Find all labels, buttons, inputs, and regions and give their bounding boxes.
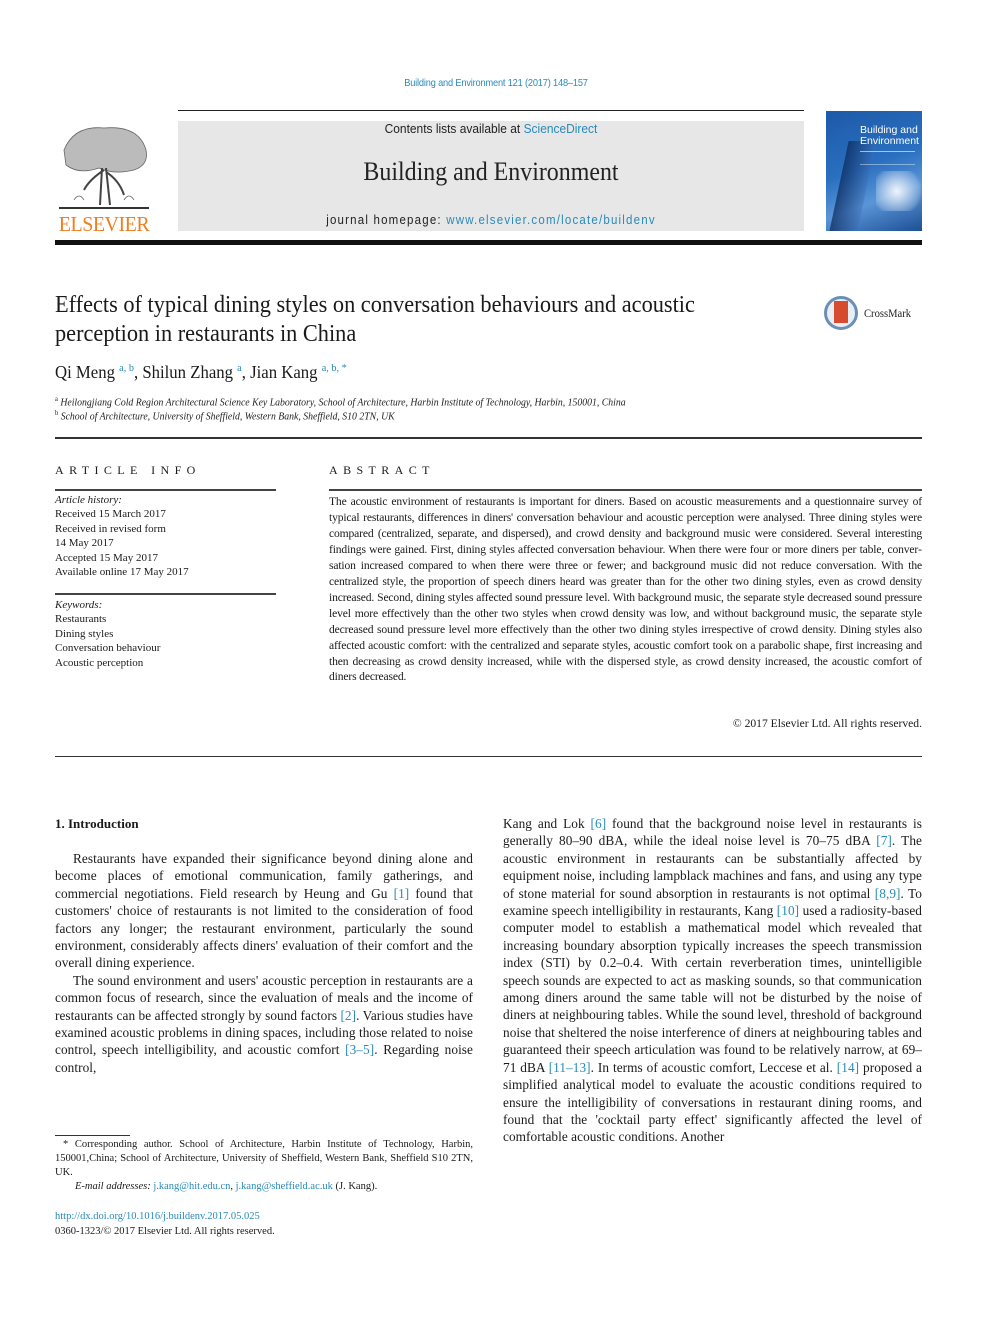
keyword-item: Dining styles bbox=[55, 627, 114, 640]
author-affiliation-marks[interactable]: a, b bbox=[119, 362, 134, 374]
journal-citation-link[interactable]: Building and Environment 121 (2017) 148–… bbox=[60, 77, 933, 89]
article-title: Effects of typical dining styles on conv… bbox=[55, 292, 695, 347]
history-item: 14 May 2017 bbox=[55, 537, 114, 550]
abstract-copyright: © 2017 Elsevier Ltd. All rights reserved… bbox=[732, 717, 922, 730]
paragraph: The sound environment and users' acousti… bbox=[55, 972, 473, 1075]
citation-ref-link[interactable]: [2] bbox=[340, 1008, 356, 1023]
crossmark-ribbon-icon bbox=[834, 301, 848, 323]
sciencedirect-link[interactable]: ScienceDirect bbox=[524, 121, 598, 136]
section-heading-introduction: 1. Introduction bbox=[55, 816, 139, 831]
author-name[interactable]: Jian Kang bbox=[250, 362, 317, 382]
citation-ref-link[interactable]: [1] bbox=[394, 886, 410, 901]
doi-link[interactable]: http://dx.doi.org/10.1016/j.buildenv.201… bbox=[55, 1211, 260, 1222]
body-column-left: Restaurants have expanded their signific… bbox=[55, 850, 473, 1076]
elsevier-wordmark: ELSEVIER bbox=[58, 212, 150, 236]
history-item: Received in revised form bbox=[55, 522, 166, 535]
keywords-label: Keywords: bbox=[55, 599, 103, 611]
article-history: Article history: Received 15 March 2017 … bbox=[55, 493, 280, 579]
masthead-divider bbox=[55, 240, 922, 245]
email-link[interactable]: j.kang@hit.edu.cn bbox=[153, 1181, 230, 1192]
article-info-divider bbox=[55, 489, 276, 491]
cover-cloud-graphic bbox=[876, 171, 922, 211]
affiliation-mark: b bbox=[55, 409, 59, 417]
journal-cover-image[interactable]: Building and Environment bbox=[826, 111, 922, 231]
citation-ref-link[interactable]: [7] bbox=[876, 833, 892, 848]
citation-ref-link[interactable]: [6] bbox=[591, 816, 607, 831]
article-info-heading: ARTICLE INFO bbox=[55, 463, 201, 477]
article-history-label: Article history: bbox=[55, 494, 122, 506]
author-affiliation-marks[interactable]: a bbox=[237, 362, 242, 374]
journal-name: Building and Environment bbox=[363, 157, 619, 186]
contents-line: Contents lists available at ScienceDirec… bbox=[203, 121, 779, 136]
keyword-item: Conversation behaviour bbox=[55, 642, 161, 655]
history-item: Received 15 March 2017 bbox=[55, 508, 166, 521]
crossmark-label: CrossMark bbox=[864, 308, 912, 320]
corresponding-author-footnote: * Corresponding author. School of Archit… bbox=[55, 1138, 473, 1194]
body-column-right: Kang and Lok [6] found that the backgrou… bbox=[503, 815, 922, 1146]
abstract-divider bbox=[329, 489, 922, 491]
keyword-item: Restaurants bbox=[55, 613, 107, 626]
crossmark-button[interactable]: CrossMark bbox=[824, 296, 924, 334]
crossmark-icon bbox=[824, 296, 858, 330]
keyword-item: Acoustic perception bbox=[55, 656, 144, 669]
author-list: Qi Meng a, b, Shilun Zhang a, Jian Kang … bbox=[55, 362, 347, 382]
keywords: Keywords: Restaurants Dining styles Conv… bbox=[55, 598, 280, 670]
citation-ref-link[interactable]: [11–13] bbox=[549, 1060, 591, 1075]
affiliation-b: b School of Architecture, University of … bbox=[55, 409, 395, 423]
contents-prefix: Contents lists available at bbox=[384, 121, 524, 136]
cover-subtitle-lines bbox=[860, 151, 915, 165]
journal-masthead: Contents lists available at ScienceDirec… bbox=[178, 121, 804, 231]
affiliation-text: School of Architecture, University of Sh… bbox=[60, 411, 395, 423]
email-suffix: (J. Kang). bbox=[332, 1181, 378, 1192]
journal-homepage-link[interactable]: www.elsevier.com/locate/buildenv bbox=[446, 213, 656, 227]
abstract-heading: ABSTRACT bbox=[329, 463, 435, 477]
affiliation-mark: a bbox=[55, 395, 58, 403]
paragraph: Kang and Lok [6] found that the backgrou… bbox=[503, 816, 923, 1145]
history-item: Available online 17 May 2017 bbox=[55, 566, 189, 579]
header-bottom-divider bbox=[55, 437, 922, 439]
homepage-prefix: journal homepage: bbox=[326, 213, 447, 227]
citation-ref-link[interactable]: [8,9] bbox=[875, 886, 901, 901]
affiliation-text: Heilongjiang Cold Region Architectural S… bbox=[60, 397, 626, 409]
elsevier-tree-icon bbox=[59, 127, 149, 209]
citation-ref-link[interactable]: [14] bbox=[837, 1060, 859, 1075]
corresponding-author-note: * Corresponding author. School of Archit… bbox=[55, 1138, 473, 1180]
history-item: Accepted 15 May 2017 bbox=[55, 551, 158, 564]
abstract-text: The acoustic environment of restaurants … bbox=[329, 495, 922, 684]
citation-ref-link[interactable]: [3–5] bbox=[345, 1042, 374, 1057]
email-link[interactable]: j.kang@sheffield.ac.uk bbox=[236, 1181, 333, 1192]
issn-copyright: 0360-1323/© 2017 Elsevier Ltd. All right… bbox=[55, 1226, 275, 1237]
email-line: E-mail addresses: j.kang@hit.edu.cn, j.k… bbox=[75, 1181, 378, 1192]
elsevier-logo: ELSEVIER bbox=[52, 120, 156, 236]
cover-title: Building and Environment bbox=[860, 124, 919, 147]
citation-ref-link[interactable]: [10] bbox=[777, 903, 799, 918]
header-divider bbox=[178, 110, 804, 111]
affiliation-a: a Heilongjiang Cold Region Architectural… bbox=[55, 395, 626, 409]
paragraph: Restaurants have expanded their signific… bbox=[55, 851, 473, 971]
corresponding-author-text: * Corresponding author. School of Archit… bbox=[55, 1139, 473, 1178]
homepage-line: journal homepage: www.elsevier.com/locat… bbox=[203, 213, 779, 227]
keywords-divider bbox=[55, 593, 276, 595]
footnote-divider bbox=[55, 1135, 130, 1136]
email-label: E-mail addresses: bbox=[75, 1181, 151, 1192]
abstract-bottom-divider bbox=[55, 756, 922, 757]
author-name[interactable]: Qi Meng bbox=[55, 362, 115, 382]
author-name[interactable]: Shilun Zhang bbox=[142, 362, 233, 382]
author-affiliation-marks[interactable]: a, b, * bbox=[322, 362, 347, 374]
